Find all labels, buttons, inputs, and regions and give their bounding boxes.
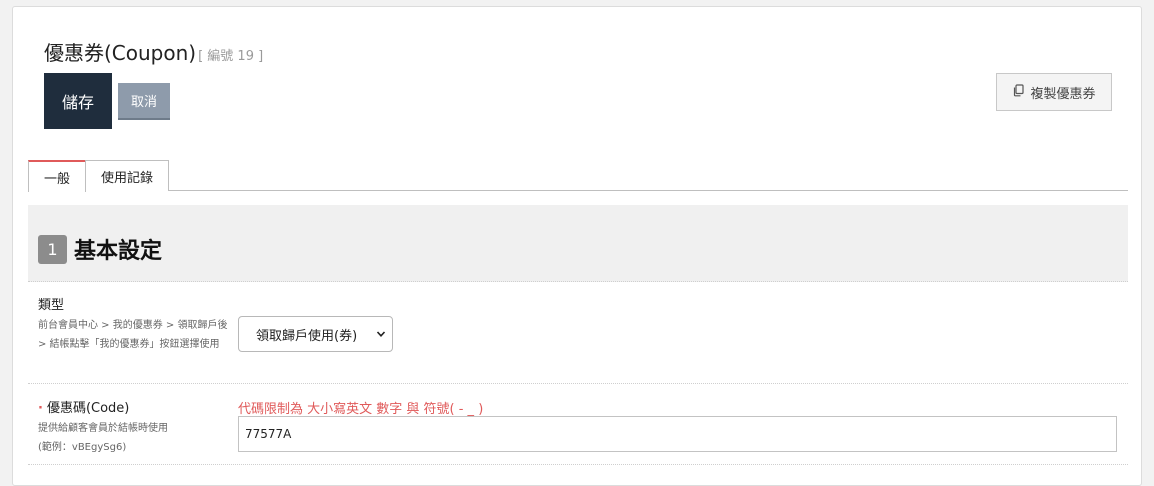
code-input[interactable] bbox=[238, 416, 1117, 452]
code-example-text: (範例：vBEgySg6) bbox=[38, 442, 127, 453]
type-select[interactable]: 領取歸戶使用(券) bbox=[238, 316, 393, 352]
tab-usage-records[interactable]: 使用記錄 bbox=[85, 160, 169, 191]
required-mark: · bbox=[38, 401, 43, 416]
section-title: 基本設定 bbox=[74, 239, 163, 264]
coupon-id-label: [ 編號 19 ] bbox=[198, 49, 264, 64]
type-field-row: 類型 前台會員中心 > 我的優惠券 > 領取歸戶後 > 結帳點擊「我的優惠券」按… bbox=[28, 283, 1128, 384]
chevron-down-icon bbox=[376, 328, 386, 338]
tab-general[interactable]: 一般 bbox=[28, 160, 86, 192]
code-format-hint: 代碼限制為 大小寫英文 數字 與 符號( - _ ) bbox=[238, 402, 484, 417]
code-label-text: 優惠碼(Code) bbox=[46, 401, 130, 416]
code-field-row: · 優惠碼(Code) 提供給顧客會員於結帳時使用 (範例：vBEgySg6) 代… bbox=[28, 385, 1128, 465]
section-header: 1 基本設定 bbox=[28, 205, 1128, 282]
copy-coupon-button[interactable]: 複製優惠券 bbox=[996, 73, 1112, 111]
code-help-text: 提供給顧客會員於結帳時使用 bbox=[38, 423, 168, 434]
cancel-button[interactable]: 取消 bbox=[118, 83, 170, 120]
coupon-editor-card: 優惠券(Coupon)[ 編號 19 ] 儲存 取消 複製優惠券 一般 使用記錄… bbox=[12, 6, 1142, 486]
code-label: · 優惠碼(Code) bbox=[38, 397, 129, 416]
save-button[interactable]: 儲存 bbox=[44, 73, 112, 129]
type-select-value: 領取歸戶使用(券) bbox=[256, 328, 358, 344]
page-title: 優惠券(Coupon)[ 編號 19 ] bbox=[44, 37, 263, 66]
type-help-text: 前台會員中心 > 我的優惠券 > 領取歸戶後 > 結帳點擊「我的優惠券」按鈕選擇… bbox=[38, 320, 228, 350]
copy-icon bbox=[1012, 83, 1025, 101]
section-number-badge: 1 bbox=[38, 235, 67, 264]
copy-coupon-label: 複製優惠券 bbox=[1030, 86, 1096, 102]
page-title-text: 優惠券(Coupon) bbox=[44, 41, 197, 65]
tab-bar: 一般 使用記錄 bbox=[28, 160, 1128, 192]
type-label: 類型 bbox=[38, 298, 65, 313]
